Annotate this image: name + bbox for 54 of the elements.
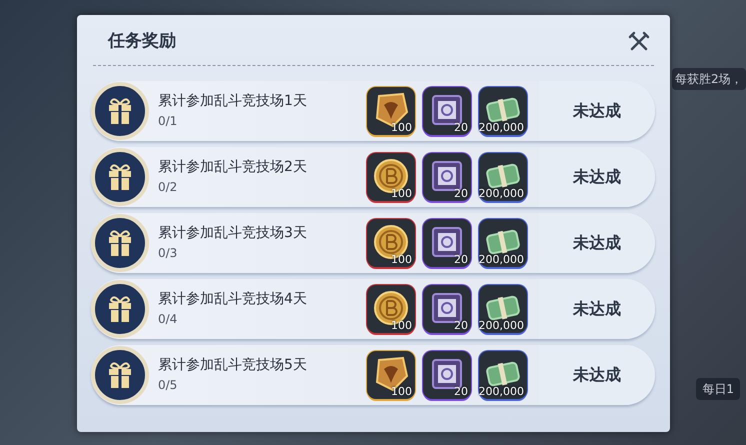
reward-item[interactable]: 200,000 — [479, 86, 527, 134]
reward-item[interactable]: 200,000 — [479, 350, 527, 398]
reward-item[interactable]: 20 — [423, 284, 471, 332]
reward-item[interactable]: 200,000 — [479, 218, 527, 266]
reward-count: 200,000 — [478, 386, 524, 398]
gift-icon — [91, 280, 149, 338]
task-count: 0/5 — [158, 377, 178, 394]
task-status: 未达成 — [539, 80, 655, 140]
close-icon[interactable] — [628, 30, 650, 53]
reward-item[interactable]: 100 — [367, 152, 415, 200]
task-name: 累计参加乱斗竞技场4天 — [158, 290, 308, 309]
reward-count: 200,000 — [478, 188, 524, 200]
reward-item[interactable]: 100 — [367, 86, 415, 134]
reward-count: 20 — [454, 188, 468, 200]
reward-count: 100 — [391, 386, 412, 398]
reward-item[interactable]: 20 — [423, 86, 471, 134]
task-name: 累计参加乱斗竞技场5天 — [158, 356, 308, 375]
reward-count: 100 — [391, 188, 412, 200]
reward-item[interactable]: 20 — [423, 350, 471, 398]
reward-count: 20 — [454, 386, 468, 398]
task-status: 未达成 — [539, 146, 655, 206]
gift-icon — [91, 148, 149, 206]
reward-count: 20 — [454, 254, 468, 266]
reward-count: 100 — [391, 254, 412, 266]
reward-item[interactable]: 20 — [423, 218, 471, 266]
reward-count: 20 — [454, 320, 468, 332]
background-text: 每日1 — [696, 378, 740, 400]
reward-item[interactable]: 20 — [423, 152, 471, 200]
task-count: 0/1 — [158, 113, 178, 130]
task-status: 未达成 — [539, 344, 655, 404]
task-name: 累计参加乱斗竞技场3天 — [158, 224, 308, 243]
task-name: 累计参加乱斗竞技场1天 — [158, 92, 308, 111]
reward-item[interactable]: 100 — [367, 218, 415, 266]
reward-item[interactable]: 200,000 — [479, 152, 527, 200]
reward-count: 100 — [391, 122, 412, 134]
dialog-title: 任务奖励 — [108, 30, 176, 53]
task-name: 累计参加乱斗竞技场2天 — [158, 158, 308, 177]
task-count: 0/3 — [158, 245, 178, 262]
reward-item[interactable]: 100 — [367, 350, 415, 398]
task-status: 未达成 — [539, 278, 655, 338]
background-text: 每获胜2场， — [672, 68, 746, 90]
reward-count: 200,000 — [478, 320, 524, 332]
reward-count: 20 — [454, 122, 468, 134]
reward-count: 200,000 — [478, 254, 524, 266]
task-status: 未达成 — [539, 212, 655, 272]
reward-count: 100 — [391, 320, 412, 332]
reward-item[interactable]: 100 — [367, 284, 415, 332]
gift-icon — [91, 346, 149, 404]
task-count: 0/2 — [158, 179, 178, 196]
reward-item[interactable]: 200,000 — [479, 284, 527, 332]
task-count: 0/4 — [158, 311, 178, 328]
gift-icon — [91, 214, 149, 272]
reward-count: 200,000 — [478, 122, 524, 134]
gift-icon — [91, 82, 149, 140]
